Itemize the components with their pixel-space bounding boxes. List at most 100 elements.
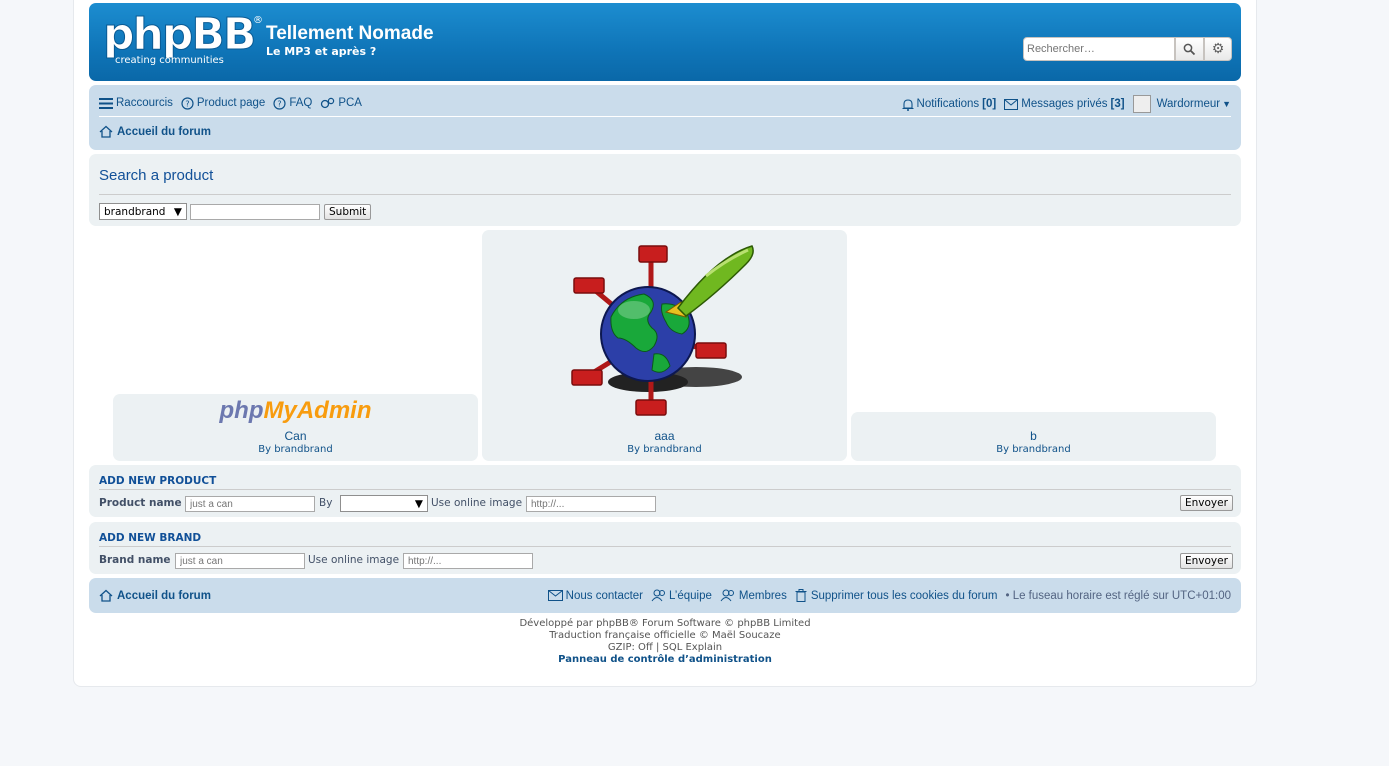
footer-members-link[interactable]: Membres bbox=[720, 589, 787, 602]
product-name[interactable]: aaa bbox=[482, 429, 847, 443]
use-online-image-label: Use online image bbox=[308, 554, 400, 566]
product-brand: By brandbrand bbox=[627, 444, 702, 455]
search-panel-title: Search a product bbox=[99, 167, 214, 184]
debug-info[interactable]: GZIP: Off | SQL Explain bbox=[89, 642, 1241, 653]
search-button[interactable] bbox=[1175, 37, 1204, 61]
use-online-image-label: Use online image bbox=[431, 497, 523, 509]
nav-quick-links[interactable]: Raccourcis bbox=[99, 97, 173, 109]
nav-faq[interactable]: ? FAQ bbox=[273, 96, 313, 110]
product-query-input[interactable] bbox=[190, 204, 320, 220]
nav-product-page[interactable]: ? Product page bbox=[181, 96, 266, 110]
nav-private-messages[interactable]: Messages privés [3] bbox=[1004, 98, 1125, 110]
myadmin-text: MyAdmin bbox=[263, 397, 372, 424]
add-brand-title: ADD NEW BRAND bbox=[99, 532, 202, 544]
brand-select[interactable]: ▼ bbox=[340, 495, 428, 512]
divider bbox=[99, 546, 1231, 547]
product-card[interactable]: aaa By brandbrand bbox=[482, 230, 847, 461]
svg-text:?: ? bbox=[278, 99, 282, 108]
nav-product-page-label: Product page bbox=[196, 97, 266, 109]
logo-registered: ® bbox=[253, 15, 263, 26]
envelope-icon bbox=[1004, 98, 1019, 110]
add-product-title: ADD NEW PRODUCT bbox=[99, 475, 217, 487]
site-logo[interactable]: phpBB ® creating communities bbox=[102, 9, 263, 71]
question-icon: ? bbox=[181, 96, 194, 110]
image-url-input[interactable] bbox=[403, 553, 533, 569]
footer-members-label: Membres bbox=[738, 589, 787, 602]
nav-private-messages-label: Messages privés bbox=[1021, 98, 1108, 110]
menu-icon bbox=[99, 97, 113, 109]
powered-by[interactable]: Développé par phpBB® Forum Software © ph… bbox=[89, 618, 1241, 629]
nav-faq-label: FAQ bbox=[289, 97, 313, 109]
chevron-down-icon: ▼ bbox=[173, 205, 182, 218]
header-bar: phpBB ® creating communities Tellement N… bbox=[89, 3, 1241, 81]
avatar bbox=[1132, 95, 1151, 113]
timezone-info: • Le fuseau horaire est réglé sur UTC+01… bbox=[1005, 589, 1231, 602]
gears-icon bbox=[321, 97, 335, 108]
footer-team-label: L’équipe bbox=[669, 589, 712, 602]
nav-acp[interactable]: PCA bbox=[320, 97, 362, 110]
product-brand: By brandbrand bbox=[996, 444, 1071, 455]
brand-select[interactable]: brandbrand ▼ bbox=[99, 203, 187, 220]
site-title[interactable]: Tellement Nomade bbox=[266, 23, 434, 45]
svg-text:?: ? bbox=[185, 99, 189, 108]
product-card[interactable]: phpMyAdmin Can By brandbrand bbox=[113, 394, 478, 461]
caret-down-icon: ▼ bbox=[1222, 99, 1231, 109]
gear-icon: ⚙ bbox=[1211, 41, 1225, 57]
brand-name-label: Brand name bbox=[99, 554, 171, 566]
acp-link[interactable]: Panneau de contrôle d’administration bbox=[89, 654, 1241, 665]
globe-pen-image bbox=[571, 245, 754, 416]
search-icon bbox=[1183, 43, 1196, 55]
messages-count: [3] bbox=[1110, 98, 1125, 110]
username: Wardormeur bbox=[1156, 98, 1221, 110]
add-product-submit-button[interactable]: Envoyer bbox=[1180, 495, 1233, 511]
footer-contact-label: Nous contacter bbox=[565, 589, 644, 602]
home-icon bbox=[99, 125, 113, 138]
navbar: Raccourcis ? Product page ? FAQ PCA Noti… bbox=[89, 85, 1241, 150]
add-product-panel: ADD NEW PRODUCT Product name By ▼ Use on… bbox=[89, 465, 1241, 517]
footer-navbar: Accueil du forum Nous contacter L’équipe… bbox=[89, 578, 1241, 613]
php-text: php bbox=[219, 397, 264, 424]
logo-tagline: creating communities bbox=[115, 55, 224, 66]
search-product-panel: Search a product brandbrand ▼ Submit bbox=[89, 154, 1241, 226]
nav-acp-label: PCA bbox=[338, 97, 362, 109]
product-name-input[interactable] bbox=[185, 496, 315, 512]
nav-user-menu[interactable]: Wardormeur ▼ bbox=[1132, 95, 1231, 113]
add-brand-submit-button[interactable]: Envoyer bbox=[1180, 553, 1233, 569]
product-name[interactable]: Can bbox=[113, 429, 478, 443]
submit-button[interactable]: Submit bbox=[324, 204, 372, 220]
footer-home-label: Accueil du forum bbox=[117, 589, 211, 602]
footer-contact-link[interactable]: Nous contacter bbox=[547, 589, 644, 602]
footer-delete-cookies-label: Supprimer tous les cookies du forum bbox=[810, 589, 998, 602]
brand-select-value: brandbrand bbox=[104, 205, 166, 218]
by-label: By bbox=[319, 497, 333, 509]
product-name-label: Product name bbox=[99, 497, 182, 509]
footer-home-link[interactable]: Accueil du forum bbox=[99, 589, 211, 602]
home-icon bbox=[99, 589, 113, 602]
breadcrumb-home: Accueil du forum bbox=[117, 125, 211, 138]
trash-icon bbox=[795, 589, 807, 602]
navbar-divider bbox=[99, 116, 1231, 117]
notifications-count: [0] bbox=[982, 98, 997, 110]
product-image: phpMyAdmin bbox=[113, 397, 478, 425]
divider bbox=[99, 489, 1231, 490]
product-card[interactable]: b By brandbrand bbox=[851, 412, 1216, 461]
members-icon bbox=[720, 589, 734, 602]
search-input[interactable] bbox=[1023, 37, 1175, 61]
footer-delete-cookies-link[interactable]: Supprimer tous les cookies du forum bbox=[795, 589, 998, 602]
nav-notifications[interactable]: Notifications [0] bbox=[902, 98, 997, 111]
image-url-input[interactable] bbox=[526, 496, 656, 512]
nav-notifications-label: Notifications bbox=[916, 98, 980, 110]
product-name[interactable]: b bbox=[851, 429, 1216, 443]
bell-icon bbox=[902, 98, 914, 111]
nav-quick-links-label: Raccourcis bbox=[116, 97, 173, 109]
breadcrumb[interactable]: Accueil du forum bbox=[99, 125, 211, 138]
brand-name-input[interactable] bbox=[175, 553, 305, 569]
add-brand-panel: ADD NEW BRAND Brand name Use online imag… bbox=[89, 522, 1241, 574]
site-description: Le MP3 et après ? bbox=[266, 45, 377, 58]
product-brand: By brandbrand bbox=[258, 444, 333, 455]
footer-team-link[interactable]: L’équipe bbox=[651, 589, 712, 602]
logo-text: phpBB bbox=[102, 9, 256, 61]
translation-credit[interactable]: Traduction française officielle © Maël S… bbox=[89, 630, 1241, 641]
team-icon bbox=[651, 589, 666, 602]
advanced-search-button[interactable]: ⚙ bbox=[1204, 37, 1232, 61]
